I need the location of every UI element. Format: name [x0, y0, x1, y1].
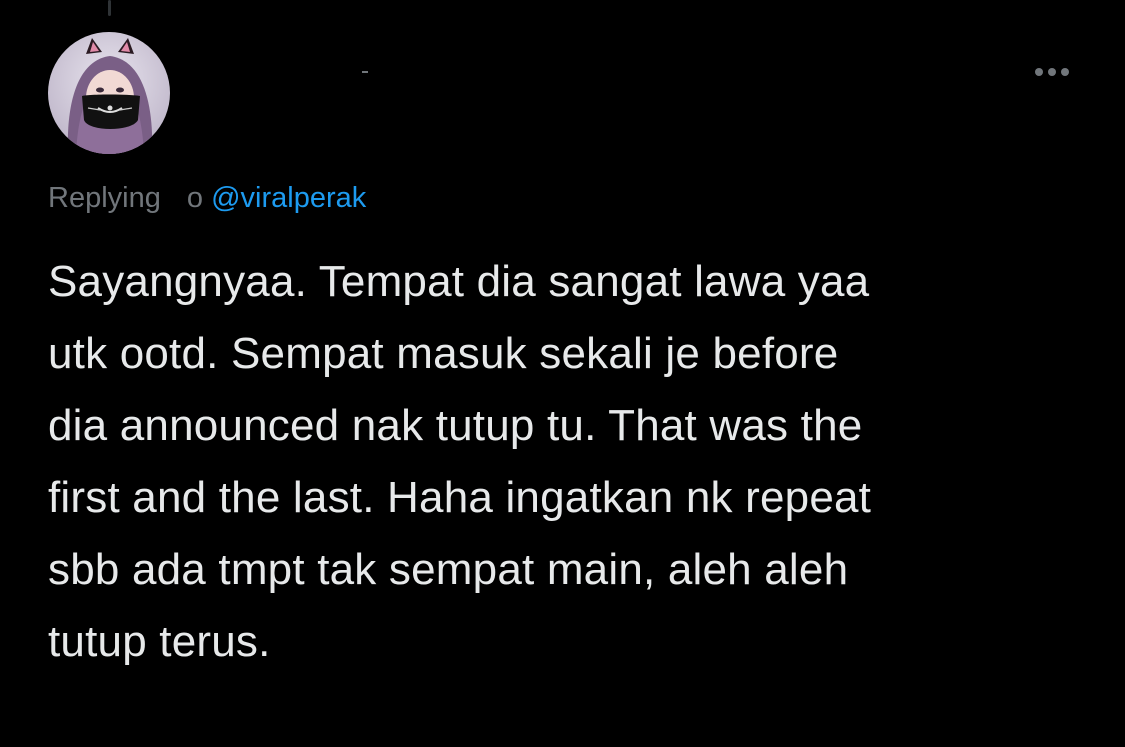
replying-label: Replying [48, 182, 161, 214]
thread-connector-line [108, 0, 111, 16]
user-avatar[interactable] [48, 32, 170, 154]
more-options-button[interactable] [1024, 60, 1080, 84]
tweet-text-line: Sayangnyaa. Tempat dia sangat lawa yaa [48, 257, 870, 306]
tweet-text-line: tutup terus. [48, 617, 271, 666]
avatar-icon [48, 32, 170, 154]
replying-to-line: Replying o @viralperak [48, 178, 366, 218]
tweet-text-line: first and the last. Haha ingatkan nk rep… [48, 473, 872, 522]
display-name-placeholder [362, 71, 368, 73]
more-options-icon-dot [1048, 68, 1056, 76]
tweet-text-line: dia announced nak tutup tu. That was the [48, 401, 863, 450]
tweet-text-line: sbb ada tmpt tak sempat main, aleh aleh [48, 545, 849, 594]
more-options-icon-dot [1061, 68, 1069, 76]
more-options-icon [1035, 68, 1043, 76]
replying-connector: o [186, 182, 204, 214]
tweet-text: Sayangnyaa. Tempat dia sangat lawa yaa u… [48, 246, 1098, 678]
tweet-text-line: utk ootd. Sempat masuk sekali je before [48, 329, 839, 378]
reply-mention-link[interactable]: @viralperak [211, 182, 366, 214]
